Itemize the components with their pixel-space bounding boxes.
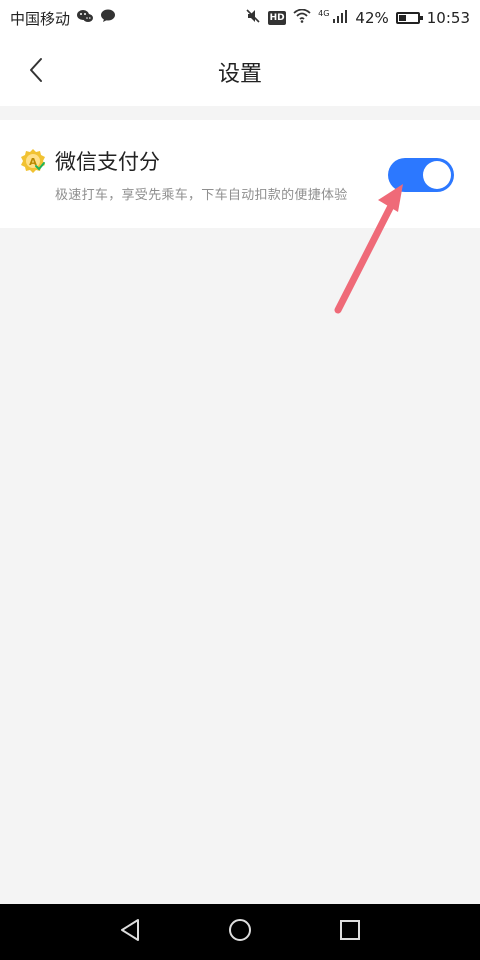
network-type: 4G: [318, 8, 330, 18]
circle-home-icon: [228, 918, 252, 946]
mute-icon: [245, 8, 261, 28]
clock: 10:53: [426, 9, 470, 27]
battery-icon: [395, 12, 423, 24]
battery-level: [398, 15, 407, 21]
wechat-icon: [76, 8, 94, 28]
status-right: HD 4G 42% 10:53: [245, 8, 470, 28]
wechat-pay-score-badge-icon: A: [20, 148, 46, 174]
nav-recent-button[interactable]: [335, 917, 365, 947]
hd-badge: HD: [268, 11, 287, 25]
setting-title: 微信支付分: [55, 150, 160, 174]
setting-description: 极速打车，享受先乘车，下车自动扣款的便捷体验: [55, 188, 348, 203]
square-recent-icon: [339, 919, 361, 945]
wechat-pay-score-toggle[interactable]: [388, 158, 454, 192]
nav-home-button[interactable]: [225, 917, 255, 947]
nav-back-button[interactable]: [115, 917, 145, 947]
chat-bubble-icon: [100, 9, 116, 27]
system-nav-bar: [0, 904, 480, 960]
battery-percent: 42%: [355, 9, 389, 27]
signal-icon: [332, 9, 348, 27]
toggle-knob: [423, 161, 451, 189]
page-header: 设置: [0, 36, 480, 106]
page-title: 设置: [217, 62, 262, 87]
triangle-back-icon: [119, 918, 141, 946]
status-bar: 中国移动 HD 4G 42% 10:53: [0, 0, 480, 36]
status-left: 中国移动: [10, 8, 116, 29]
carrier-label: 中国移动: [10, 9, 71, 28]
wechat-pay-score-setting: A 微信支付分 极速打车，享受先乘车，下车自动扣款的便捷体验: [0, 120, 480, 228]
wifi-icon: [293, 8, 311, 27]
